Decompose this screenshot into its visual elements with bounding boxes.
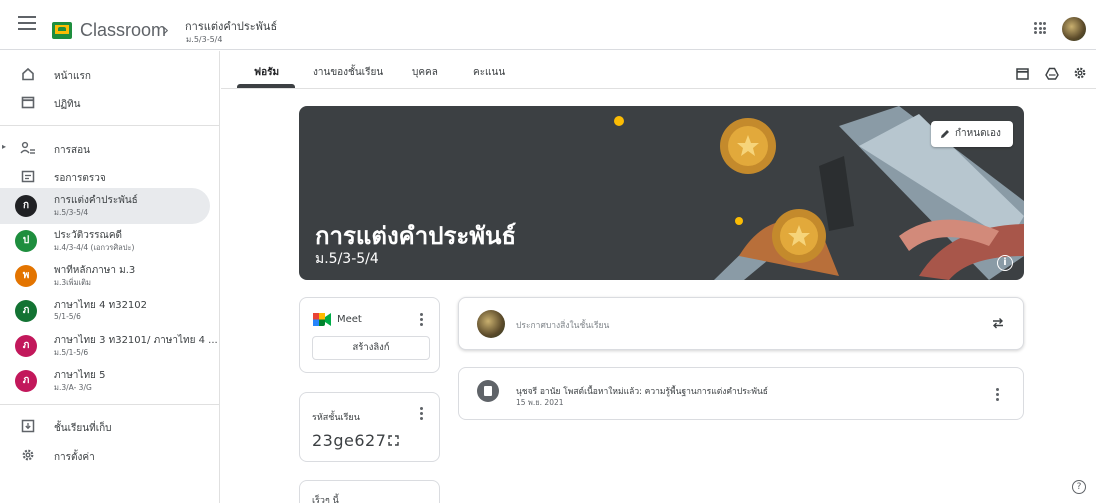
post-date: 15 พ.ย. 2021 [516, 398, 564, 407]
class-name: ภาษาไทย 3 ท32101/ ภาษาไทย 4 ... [54, 335, 218, 346]
folder-review-icon [20, 169, 36, 185]
tab-grades[interactable]: คะแนน [473, 65, 505, 80]
sidebar-divider [0, 125, 219, 126]
sidebar-item-label: รอการตรวจ [54, 173, 106, 184]
class-badge: ป [15, 230, 37, 252]
announcement-composer[interactable]: ประกาศบางสิ่งในชั้นเรียน [458, 297, 1024, 350]
tab-people[interactable]: บุคคล [412, 65, 438, 80]
customize-button[interactable]: กำหนดเอง [931, 121, 1013, 147]
announce-placeholder[interactable]: ประกาศบางสิ่งในชั้นเรียน [516, 318, 609, 332]
class-code-value: 23ge627 [312, 431, 387, 450]
sidebar-class-item[interactable]: พ พาทีหลักภาษา ม.3 ม.3เพิ่มเติม [0, 260, 210, 296]
sidebar-item-calendar[interactable]: ปฏิทิน [0, 85, 210, 121]
sidebar-class-item[interactable]: ป ประวัติวรรณคดี ม.4/3-4/4 (เอกวรศิลปะ) [0, 225, 210, 261]
sidebar-class-item[interactable]: ก การแต่งคำประพันธ์ ม.5/3-5/4 [0, 188, 210, 224]
sidebar-item-label: หน้าแรก [54, 71, 91, 82]
class-banner: การแต่งคำประพันธ์ ม.5/3-5/4 กำหนดเอง i [299, 106, 1024, 280]
sidebar-item-label: การสอน [54, 145, 90, 156]
class-name: ภาษาไทย 5 [54, 370, 106, 381]
reuse-post-icon[interactable] [991, 316, 1005, 330]
class-badge: ภ [15, 300, 37, 322]
active-tab-indicator [237, 84, 295, 88]
class-section: ม.4/3-4/4 (เอกวรศิลปะ) [54, 243, 135, 252]
settings-gear-icon[interactable] [1073, 65, 1087, 79]
class-section: ม.5/1-5/6 [54, 348, 89, 357]
composer-avatar [477, 310, 505, 338]
main-menu-icon[interactable] [18, 16, 36, 32]
app-brand[interactable]: Classroom [80, 20, 166, 41]
top-app-bar: Classroom › การแต่งคำประพันธ์ ม.5/3-5/4 [0, 0, 1096, 50]
meet-icon [313, 313, 331, 326]
post-title[interactable]: นุชจรี อานัย โพสต์เนื้อหาใหม่แล้ว: ความร… [516, 384, 768, 398]
pencil-icon [941, 130, 949, 138]
drive-icon[interactable] [1045, 65, 1059, 80]
calendar-icon[interactable] [1016, 65, 1030, 80]
class-tabs: ฟอรัม งานของชั้นเรียน บุคคล คะแนน [221, 51, 1096, 89]
class-section: 5/1-5/6 [54, 312, 81, 321]
meet-label: Meet [337, 314, 362, 325]
stream-post[interactable]: นุชจรี อานัย โพสต์เนื้อหาใหม่แล้ว: ความร… [458, 367, 1024, 420]
tab-classwork[interactable]: งานของชั้นเรียน [313, 65, 383, 80]
class-code-label: รหัสชั้นเรียน [312, 413, 360, 423]
sidebar-class-item[interactable]: ภ ภาษาไทย 3 ท32101/ ภาษาไทย 4 ... ม.5/1-… [0, 330, 218, 366]
class-badge: ก [15, 195, 37, 217]
class-name: ภาษาไทย 4 ท32102 [54, 300, 148, 311]
sidebar-item-label: ชั้นเรียนที่เก็บ [54, 423, 112, 434]
class-name: พาทีหลักภาษา ม.3 [54, 265, 136, 276]
class-badge: ภ [15, 335, 37, 357]
gear-icon [20, 448, 36, 464]
class-badge: ภ [15, 370, 37, 392]
calendar-icon [20, 95, 36, 111]
classroom-logo-icon[interactable] [52, 22, 72, 39]
class-code-card: รหัสชั้นเรียน 23ge627 [299, 392, 440, 462]
sidebar-class-item[interactable]: ภ ภาษาไทย 5 ม.3/A- 3/G [0, 365, 210, 401]
sidebar-item-settings[interactable]: การตั้งค่า [0, 438, 210, 474]
fullscreen-icon[interactable] [388, 435, 399, 446]
class-badge: พ [15, 265, 37, 287]
sidebar-item-label: การตั้งค่า [54, 452, 95, 463]
meet-card: Meet สร้างลิงก์ [299, 297, 440, 373]
sidebar-divider [0, 404, 219, 405]
upcoming-card: เร็วๆ นี้ [299, 480, 440, 503]
class-name: การแต่งคำประพันธ์ [54, 195, 138, 206]
account-avatar[interactable] [1062, 17, 1086, 41]
meet-more-options-icon[interactable] [420, 313, 424, 327]
sidebar: หน้าแรก ปฏิทิน ▸ การสอน รอการตรวจ ก การแ… [0, 51, 220, 503]
material-post-icon [477, 380, 499, 402]
breadcrumb-class-section: ม.5/3-5/4 [186, 35, 223, 44]
info-icon[interactable]: i [997, 255, 1013, 271]
archive-icon [20, 419, 36, 435]
banner-class-section: ม.5/3-5/4 [315, 251, 379, 267]
class-section: ม.3/A- 3/G [54, 383, 92, 392]
create-link-button[interactable]: สร้างลิงก์ [312, 336, 430, 360]
customize-label: กำหนดเอง [955, 128, 1001, 139]
breadcrumb-separator-icon: › [163, 21, 169, 39]
class-name: ประวัติวรรณคดี [54, 230, 123, 241]
class-section: ม.3เพิ่มเติม [54, 278, 91, 287]
upcoming-label: เร็วๆ นี้ [312, 496, 339, 503]
sidebar-class-item[interactable]: ภ ภาษาไทย 4 ท32102 5/1-5/6 [0, 295, 210, 331]
post-more-options-icon[interactable] [996, 388, 1000, 402]
class-section: ม.5/3-5/4 [54, 208, 89, 217]
home-icon [20, 67, 36, 83]
google-apps-icon[interactable] [1034, 22, 1046, 34]
tab-stream[interactable]: ฟอรัม [254, 65, 279, 80]
people-icon [20, 141, 36, 157]
sidebar-item-label: ปฏิทิน [54, 99, 81, 110]
help-icon[interactable]: ? [1072, 480, 1086, 494]
code-more-options-icon[interactable] [420, 407, 424, 421]
